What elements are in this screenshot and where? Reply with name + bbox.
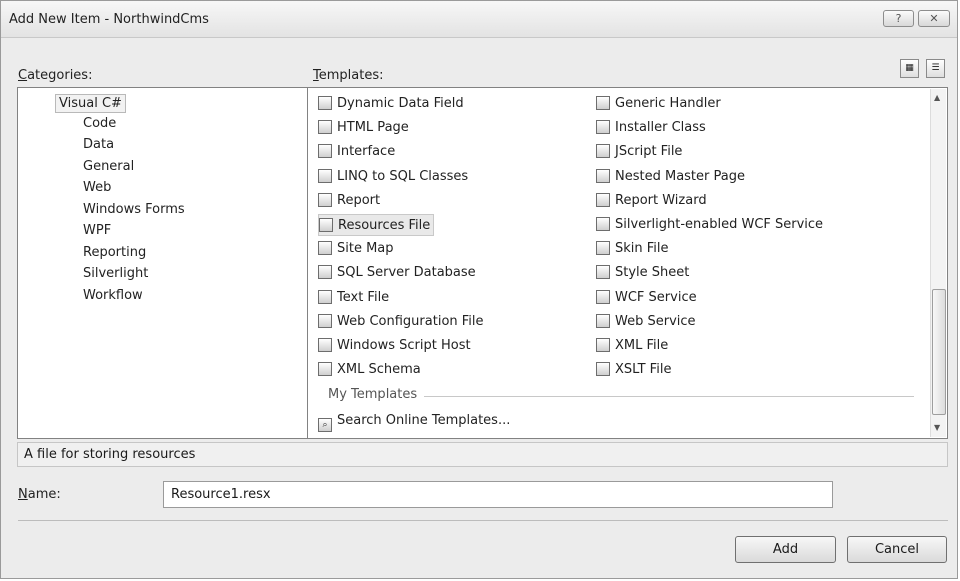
template-item[interactable]: XSLT File — [596, 359, 671, 381]
template-item[interactable]: Resources File — [318, 214, 435, 236]
nested-master-page-icon — [596, 168, 610, 183]
cancel-button[interactable]: Cancel — [847, 536, 947, 563]
help-button[interactable]: ? — [883, 10, 914, 27]
my-templates-header: My Templates — [328, 387, 418, 402]
template-item[interactable]: Silverlight-enabled WCF Service — [596, 214, 823, 236]
interface-icon — [318, 144, 332, 159]
template-item[interactable]: SQL Server Database — [318, 262, 476, 284]
template-item[interactable]: Text File — [318, 287, 389, 309]
xslt-file-icon — [596, 362, 610, 377]
template-item[interactable]: Generic Handler — [596, 93, 721, 115]
script-host-icon — [318, 338, 332, 352]
template-item[interactable]: XML File — [596, 335, 668, 357]
xml-file-icon — [596, 338, 610, 352]
web-config-icon — [318, 313, 332, 328]
jscript-file-icon — [596, 144, 610, 159]
category-item[interactable]: Windows Forms — [83, 202, 185, 217]
templates-label: Templates: — [313, 68, 384, 83]
installer-class-icon — [596, 120, 610, 135]
site-map-icon — [318, 241, 332, 256]
linq-icon — [318, 168, 332, 183]
template-item[interactable]: Skin File — [596, 238, 669, 260]
template-item[interactable]: Site Map — [318, 238, 394, 260]
category-item[interactable]: WPF — [83, 223, 111, 238]
category-item[interactable]: Visual C# — [55, 94, 126, 113]
template-item[interactable]: Interface — [318, 141, 395, 163]
category-item[interactable]: Web — [83, 180, 111, 195]
dynamic-data-icon — [318, 96, 332, 110]
template-item[interactable]: Web Service — [596, 311, 696, 333]
dialog-separator — [18, 520, 948, 521]
category-item[interactable]: Code — [83, 116, 116, 131]
categories-label: Categories: — [18, 68, 93, 83]
template-item[interactable]: Report — [318, 190, 380, 212]
web-service-icon — [596, 313, 610, 328]
categories-tree[interactable]: Visual C# Code Data General Web Windows Forms… — [17, 87, 308, 439]
template-item[interactable]: Report Wizard — [596, 190, 707, 212]
templates-list[interactable]: Dynamic Data Field HTML Page Interface LINQ… — [307, 87, 948, 439]
close-button[interactable]: ✕ — [918, 10, 950, 27]
generic-handler-icon — [596, 96, 610, 110]
window-title: Add New Item - NorthwindCms — [9, 12, 209, 27]
template-item[interactable]: XML Schema — [318, 359, 421, 381]
scroll-up-icon[interactable]: ▲ — [934, 93, 940, 102]
resources-file-icon — [319, 218, 333, 232]
scroll-thumb[interactable] — [932, 289, 946, 415]
template-item[interactable]: JScript File — [596, 141, 682, 163]
report-icon — [318, 192, 332, 207]
category-item[interactable]: Workflow — [83, 288, 143, 303]
name-label: Name: — [18, 487, 61, 502]
category-item[interactable]: Data — [83, 137, 114, 152]
name-input[interactable]: Resource1.resx — [163, 481, 833, 508]
template-item[interactable]: WCF Service — [596, 287, 697, 309]
add-button[interactable]: Add — [735, 536, 836, 563]
style-sheet-icon — [596, 265, 610, 280]
category-item[interactable]: Reporting — [83, 245, 146, 260]
template-item[interactable]: Nested Master Page — [596, 166, 745, 188]
template-item[interactable]: Installer Class — [596, 117, 706, 139]
small-icons-view-button[interactable]: ▦ — [900, 59, 919, 78]
list-view-button[interactable]: ☰ — [926, 59, 945, 78]
search-online-icon: ⌕ — [318, 418, 332, 432]
wcf-service-icon — [596, 289, 610, 304]
template-item[interactable]: Web Configuration File — [318, 311, 484, 333]
add-new-item-dialog: Add New Item - NorthwindCms ? ✕ Categori… — [0, 0, 958, 579]
scroll-down-icon[interactable]: ▼ — [934, 423, 940, 432]
category-item[interactable]: General — [83, 159, 134, 174]
template-item[interactable]: LINQ to SQL Classes — [318, 166, 468, 188]
description-bar: A file for storing resources — [17, 442, 948, 467]
skin-file-icon — [596, 241, 610, 256]
report-wizard-icon — [596, 192, 610, 207]
template-description: A file for storing resources — [24, 447, 196, 462]
html-page-icon — [318, 120, 332, 135]
template-item[interactable]: HTML Page — [318, 117, 409, 139]
search-online-templates[interactable]: ⌕ Search Online Templates... — [318, 410, 510, 432]
category-item[interactable]: Silverlight — [83, 266, 148, 281]
template-item[interactable]: Style Sheet — [596, 262, 689, 284]
template-item[interactable]: Windows Script Host — [318, 335, 471, 357]
title-bar: Add New Item - NorthwindCms ? ✕ — [1, 1, 957, 38]
template-item[interactable]: Dynamic Data Field — [318, 93, 464, 115]
templates-scrollbar[interactable]: ▲ ▼ — [930, 89, 946, 437]
silverlight-wcf-icon — [596, 217, 610, 231]
database-icon — [318, 265, 332, 280]
my-templates-divider — [424, 396, 914, 397]
xml-schema-icon — [318, 362, 332, 377]
text-file-icon — [318, 289, 332, 304]
